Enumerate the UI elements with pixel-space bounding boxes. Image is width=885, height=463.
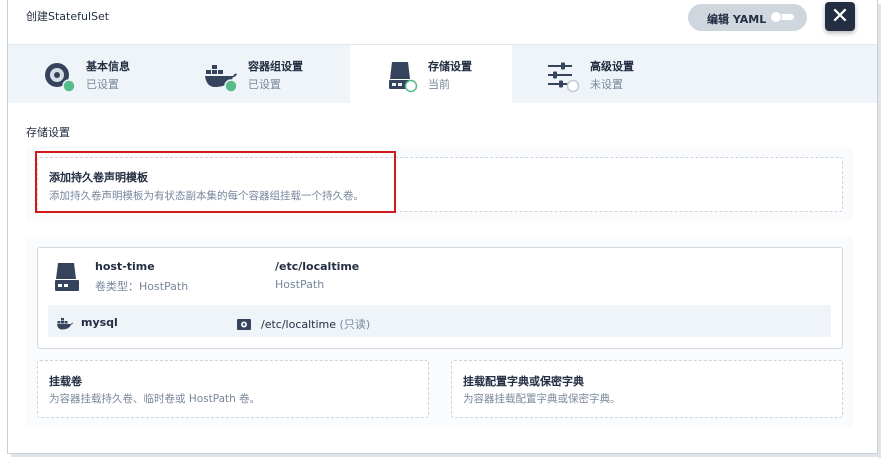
frame-shadow-right: [878, 4, 881, 458]
storage-drive-icon: [53, 261, 81, 297]
docker-whale-icon: [204, 59, 238, 93]
mount-volume-card[interactable]: 挂载卷 为容器挂载持久卷、临时卷或 HostPath 卷。: [37, 360, 429, 418]
tab-storage-settings[interactable]: 存储设置 当前: [350, 45, 512, 103]
docker-whale-icon: [57, 315, 73, 334]
dialog-title: 创建StatefulSet: [26, 10, 110, 23]
close-button[interactable]: ✕: [825, 2, 855, 31]
frame-shadow-bottom: [11, 454, 881, 457]
tab-container-settings[interactable]: 容器组设置 已设置: [170, 45, 332, 103]
step-tabs: 基本信息 已设置 容器组设置 已设置 存储设置 当前 高级设置 未设置: [8, 44, 877, 103]
tab-label: 存储设置: [428, 60, 472, 73]
sliders-icon: [546, 59, 580, 93]
dialog-header: 创建StatefulSet 编辑 YAML ✕: [8, 0, 877, 44]
toggle-knob: [770, 11, 782, 23]
mount-config-title: 挂载配置字典或保密字典: [463, 375, 584, 388]
mount-container-name: mysql: [81, 316, 118, 329]
mount-mode: (只读): [339, 318, 371, 331]
mount-path-line: /etc/localtime (只读): [261, 316, 370, 332]
volume-path: /etc/localtime: [275, 260, 360, 273]
edit-yaml-label: 编辑 YAML: [707, 13, 767, 26]
edit-yaml-toggle[interactable]: 编辑 YAML: [688, 4, 807, 31]
tab-status: 未设置: [590, 78, 623, 91]
close-icon: ✕: [830, 4, 850, 29]
tab-label: 基本信息: [86, 60, 130, 73]
volume-type: 卷类型：HostPath: [95, 280, 189, 293]
mount-volume-title: 挂载卷: [49, 375, 82, 388]
mount-path-icon: [237, 315, 251, 334]
highlight-annotation: [35, 151, 396, 213]
tab-basic-info[interactable]: 基本信息 已设置: [8, 45, 170, 103]
volume-mount-row: mysql /etc/localtime (只读): [48, 305, 831, 337]
tab-advanced-settings[interactable]: 高级设置 未设置: [512, 45, 674, 103]
volume-path-type: HostPath: [275, 278, 325, 291]
section-title: 存储设置: [26, 126, 70, 139]
mount-config-card[interactable]: 挂载配置字典或保密字典 为容器挂载配置字典或保密字典。: [451, 360, 843, 418]
tab-label: 高级设置: [590, 60, 634, 73]
tab-status: 已设置: [248, 78, 281, 91]
tab-status: 当前: [428, 78, 450, 91]
mount-path: /etc/localtime: [261, 318, 337, 331]
disk-icon: [42, 59, 76, 93]
tab-label: 容器组设置: [248, 60, 303, 73]
mount-config-description: 为容器挂载配置字典或保密字典。: [463, 393, 621, 405]
tab-status: 已设置: [86, 78, 119, 91]
volume-name: host-time: [95, 260, 155, 273]
storage-drive-icon: [384, 59, 418, 93]
mount-volume-description: 为容器挂载持久卷、临时卷或 HostPath 卷。: [49, 393, 261, 405]
